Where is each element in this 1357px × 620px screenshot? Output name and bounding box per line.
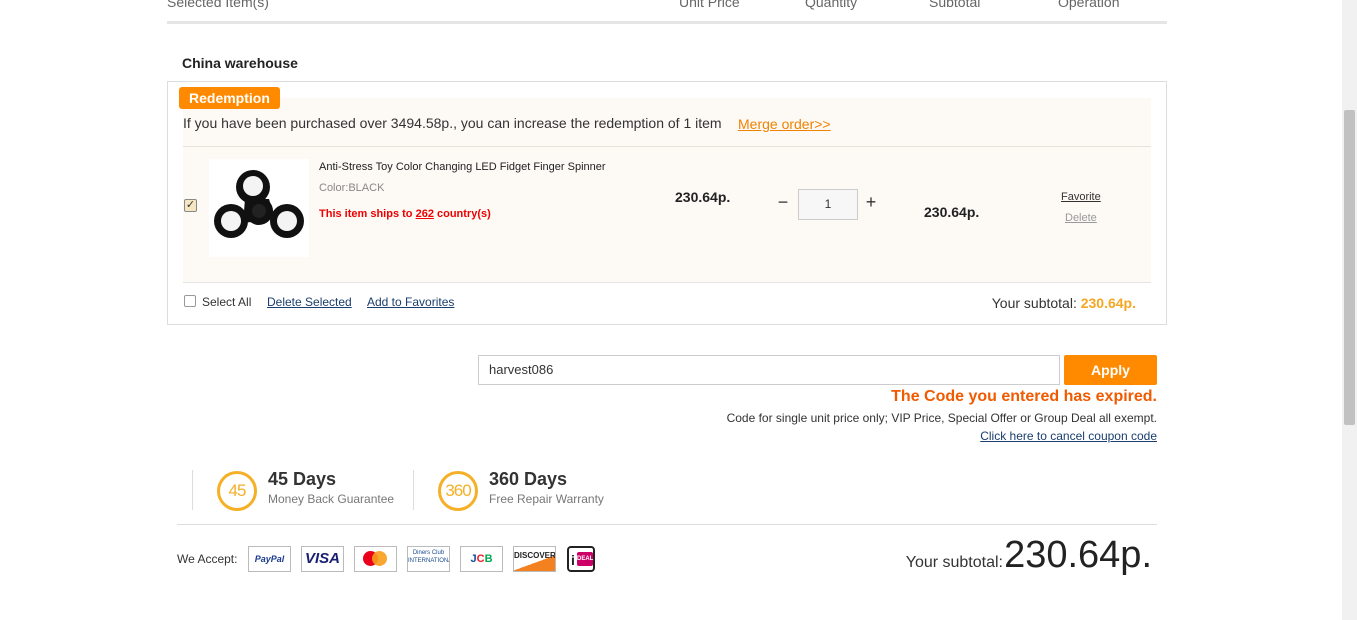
divider [192, 470, 193, 510]
we-accept-label: We Accept: [177, 552, 238, 566]
redemption-text: If you have been purchased over 3494.58p… [183, 115, 722, 131]
repair-warranty-badge-icon: 360 [438, 471, 478, 511]
header-subtotal: Subtotal [929, 0, 981, 10]
ships-prefix: This item ships to [319, 208, 416, 220]
cart-box: Redemption If you have been purchased ov… [167, 81, 1167, 325]
cancel-coupon-link[interactable]: Click here to cancel coupon code [980, 429, 1157, 443]
jcb-icon: JCB [460, 546, 503, 572]
money-back-badge-icon: 45 [217, 471, 257, 511]
fidget-spinner-icon [214, 170, 304, 238]
paypal-icon: PayPal [248, 546, 291, 572]
page-scrollbar[interactable] [1342, 0, 1357, 620]
quantity-decrease-button[interactable]: − [775, 193, 791, 211]
merge-order-link[interactable]: Merge order>> [738, 116, 831, 132]
unit-price: 230.64p. [675, 189, 731, 205]
ships-suffix: country(s) [433, 208, 491, 220]
item-subtotal: 230.64p. [924, 204, 980, 220]
scrollbar-thumb[interactable] [1344, 110, 1355, 425]
guarantee-subtitle: Free Repair Warranty [489, 492, 604, 506]
coupon-error-message: The Code you entered has expired. [891, 388, 1157, 405]
item-checkbox[interactable]: ✓ [184, 199, 197, 212]
ships-country-count[interactable]: 262 [416, 208, 434, 220]
apply-coupon-button[interactable]: Apply [1064, 355, 1157, 385]
divider [177, 524, 1157, 525]
quantity-input[interactable]: 1 [798, 189, 858, 220]
coupon-note: Code for single unit price only; VIP Pri… [726, 411, 1157, 425]
redemption-area: Redemption If you have been purchased ov… [179, 87, 1151, 282]
delete-selected-link[interactable]: Delete Selected [267, 295, 352, 309]
divider [183, 282, 1151, 283]
quantity-increase-button[interactable]: + [863, 193, 879, 211]
product-image[interactable] [209, 159, 309, 257]
guarantee-title: 360 Days [489, 469, 568, 489]
subtotal-amount: 230.64p. [1080, 295, 1136, 311]
delete-link[interactable]: Delete [1065, 212, 1097, 224]
coupon-code-input[interactable]: harvest086 [478, 355, 1060, 385]
redemption-badge: Redemption [179, 87, 280, 109]
select-all-label[interactable]: Select All [202, 295, 251, 309]
warehouse-title: China warehouse [182, 55, 298, 71]
header-quantity: Quantity [805, 0, 858, 10]
ideal-icon: i DEAL [567, 546, 595, 572]
header-operation: Operation [1058, 0, 1120, 10]
subtotal-label: Your subtotal: [991, 295, 1081, 311]
add-to-favorites-link[interactable]: Add to Favorites [367, 295, 454, 309]
cart-column-header: Selected Item(s) Unit Price Quantity Sub… [167, 0, 1167, 24]
favorite-link[interactable]: Favorite [1061, 191, 1101, 203]
guarantee-subtitle: Money Back Guarantee [268, 492, 395, 506]
divider [413, 470, 414, 510]
header-unit-price: Unit Price [679, 0, 740, 10]
cart-item-row: ✓ Anti-Stress Toy Color Changing LED Fid… [183, 147, 1151, 282]
product-name[interactable]: Anti-Stress Toy Color Changing LED Fidge… [319, 161, 606, 173]
product-color: Color:BLACK [319, 182, 385, 194]
header-selected-items: Selected Item(s) [167, 0, 269, 10]
visa-icon: VISA [301, 546, 344, 572]
box-subtotal: Your subtotal: 230.64p. [992, 295, 1136, 311]
diners-club-icon: Diners Club INTERNATIONAL [407, 546, 450, 572]
mastercard-icon [354, 546, 397, 572]
discover-icon: DISCOVER [513, 546, 556, 572]
select-all-checkbox[interactable] [184, 295, 196, 307]
grand-subtotal-label: Your subtotal: [905, 554, 1003, 571]
grand-subtotal-amount: 230.64p. [1004, 534, 1152, 576]
ships-info: This item ships to 262 country(s) [319, 208, 491, 220]
guarantee-title: 45 Days [268, 469, 337, 489]
